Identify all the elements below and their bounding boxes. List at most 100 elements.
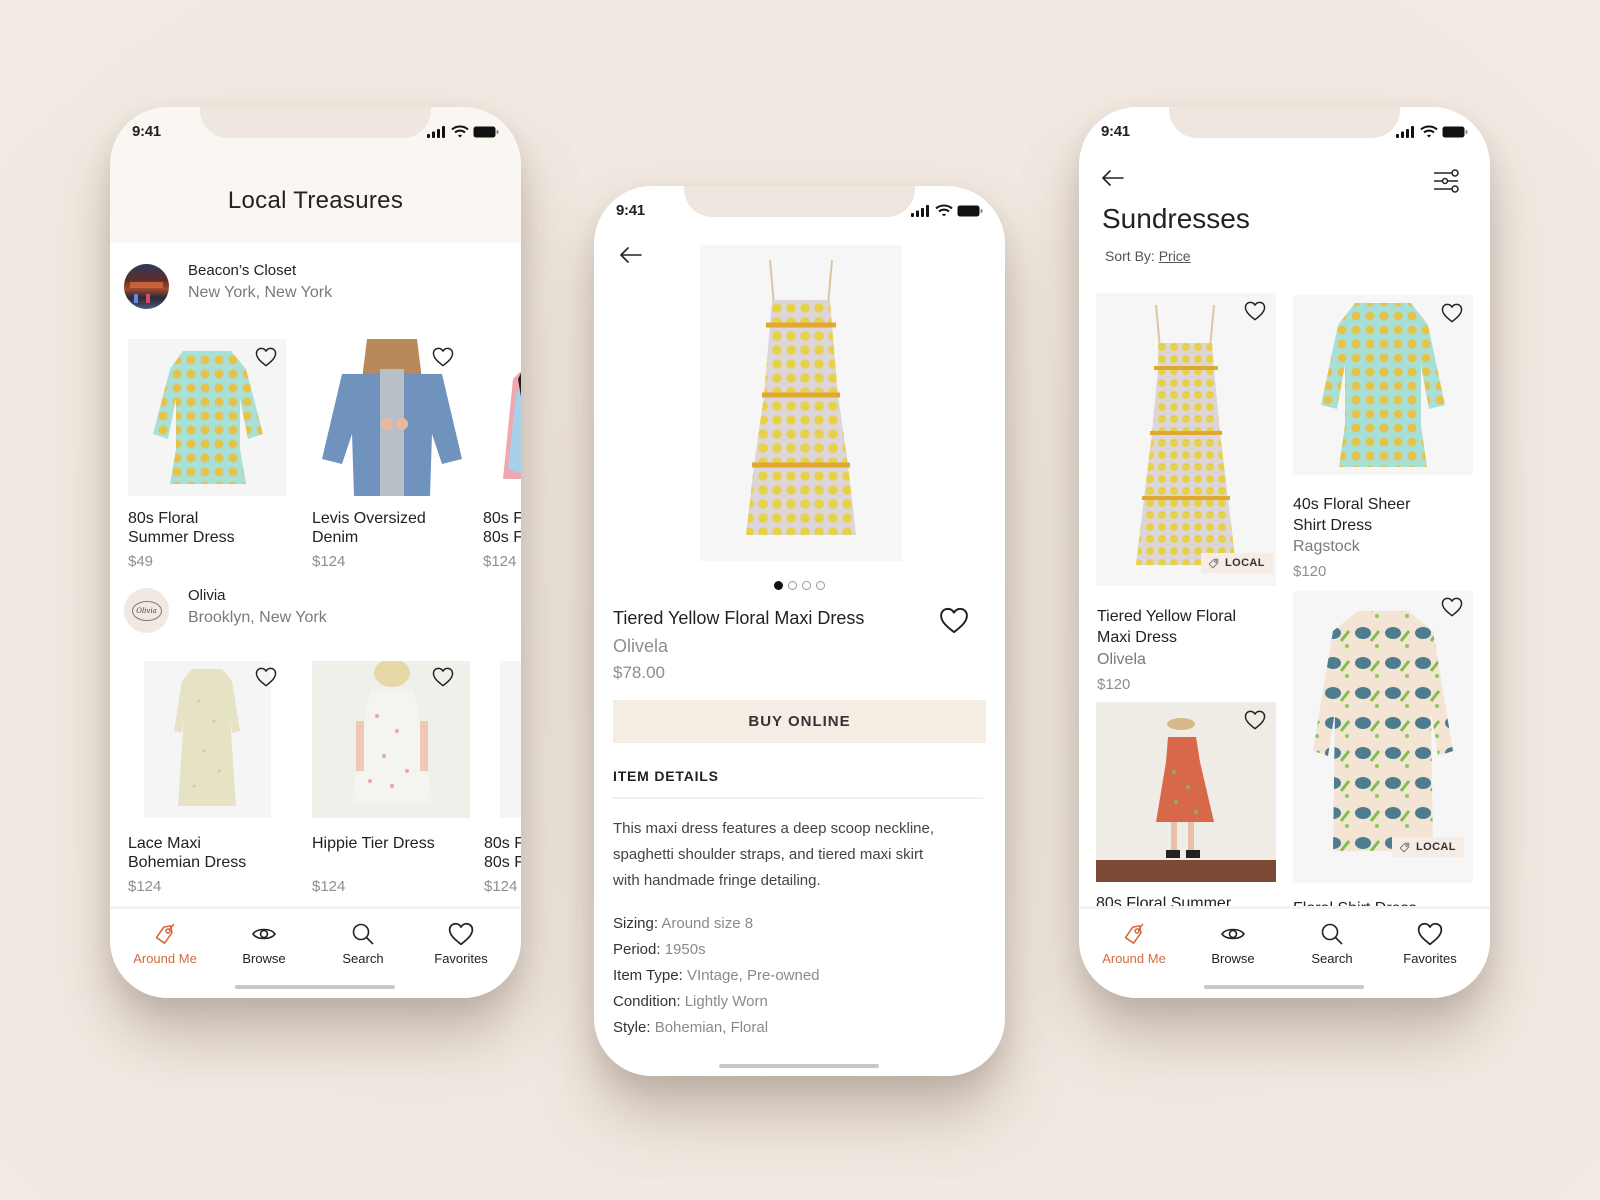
- product-description: This maxi dress features a deep scoop ne…: [613, 820, 934, 889]
- tab-favorites[interactable]: Favorites: [1385, 921, 1475, 966]
- favorite-heart-icon[interactable]: [1441, 303, 1463, 323]
- search-icon: [350, 921, 376, 947]
- attribute-row: Period: 1950s: [613, 941, 706, 958]
- sort-value-link[interactable]: Price: [1159, 248, 1191, 264]
- heart-icon: [1417, 921, 1443, 947]
- store-avatar: Olivia: [124, 588, 169, 633]
- carousel-dot[interactable]: [816, 581, 825, 590]
- page-title: Sundresses: [1102, 203, 1250, 234]
- product-title: Levis Oversized Denim: [312, 510, 426, 546]
- product-image[interactable]: [700, 245, 902, 561]
- attribute-row: Sizing: Around size 8: [613, 915, 754, 932]
- eye-icon: [1220, 921, 1246, 947]
- battery-icon: [1442, 126, 1468, 138]
- tab-search[interactable]: Search: [1287, 921, 1377, 966]
- product-attributes: Sizing: Around size 8 Period: 1950s Item…: [613, 911, 820, 1041]
- tab-bar: Around Me Browse Search Favorites: [1079, 906, 1490, 998]
- product-price: $78.00: [613, 663, 665, 682]
- product-title: Tiered Yellow Floral Maxi Dress: [613, 608, 865, 628]
- product-card[interactable]: LOCAL Floral Shirt Dress: [1293, 591, 1473, 917]
- tab-browse[interactable]: Browse: [219, 921, 309, 966]
- product-seller: Olivela: [1097, 651, 1146, 668]
- product-seller: Ragstock: [1293, 538, 1360, 555]
- store-location: Brooklyn, New York: [188, 609, 327, 626]
- buy-online-button[interactable]: BUY ONLINE: [613, 700, 986, 743]
- item-details-heading: ITEM DETAILS: [613, 768, 719, 784]
- notch: [1169, 107, 1400, 138]
- page-title: Local Treasures: [227, 187, 404, 214]
- battery-icon: [473, 126, 499, 138]
- heart-icon: [448, 921, 474, 947]
- filter-icon[interactable]: [1432, 168, 1460, 196]
- favorite-heart-icon[interactable]: [939, 607, 969, 634]
- tab-around-me[interactable]: Around Me: [120, 921, 210, 966]
- battery-icon: [957, 205, 983, 217]
- carousel-dot[interactable]: [802, 581, 811, 590]
- status-time: 9:41: [1101, 123, 1130, 140]
- store-header[interactable]: Beacon’s Closet New York, New York: [124, 260, 504, 310]
- favorite-heart-icon[interactable]: [1441, 597, 1463, 617]
- product-card[interactable]: Hippie Tier Dress $124: [312, 661, 472, 896]
- product-price: $49: [128, 553, 154, 570]
- product-image: [483, 339, 521, 496]
- home-indicator: [719, 1064, 879, 1068]
- favorite-heart-icon[interactable]: [432, 667, 454, 687]
- notch: [684, 186, 915, 217]
- sort-by-control[interactable]: Sort By: Price: [1105, 248, 1191, 264]
- status-time: 9:41: [132, 123, 161, 140]
- tab-browse[interactable]: Browse: [1188, 921, 1278, 966]
- wifi-icon: [935, 204, 953, 217]
- product-title: 40s Floral Sheer Shirt Dress: [1293, 496, 1411, 534]
- tag-icon: [1207, 556, 1221, 570]
- product-price: $124: [484, 878, 518, 895]
- store-logo-text: Olivia: [131, 600, 162, 621]
- product-card-partial[interactable]: 80s F 80s F $124: [483, 339, 521, 570]
- maxi-dress-image: [746, 259, 856, 535]
- product-image: [144, 661, 271, 818]
- wifi-icon: [1420, 125, 1438, 138]
- tab-bar: Around Me Browse Search Favorites: [110, 906, 521, 998]
- favorite-heart-icon[interactable]: [255, 667, 277, 687]
- back-arrow-icon[interactable]: [619, 247, 643, 263]
- carousel-dot[interactable]: [788, 581, 797, 590]
- image-carousel-dots[interactable]: [594, 581, 1005, 590]
- search-icon: [1319, 921, 1345, 947]
- home-indicator: [235, 985, 395, 989]
- favorite-heart-icon[interactable]: [432, 347, 454, 367]
- tab-favorites[interactable]: Favorites: [416, 921, 506, 966]
- product-card[interactable]: 40s Floral Sheer Shirt Dress Ragstock $1…: [1293, 295, 1473, 585]
- product-title: Lace Maxi Bohemian Dress: [128, 835, 247, 871]
- phone-category-sundresses: 9:41 Sundresses Sort By: Price LOCAL Tie…: [1079, 107, 1490, 998]
- product-card[interactable]: Lace Maxi Bohemian Dress $124: [128, 661, 288, 896]
- product-price: $120: [1097, 676, 1131, 693]
- details-divider: [613, 797, 983, 799]
- attribute-row: Item Type: VIntage, Pre-owned: [613, 967, 820, 984]
- product-card[interactable]: Levis Oversized Denim $124: [312, 339, 472, 570]
- favorite-heart-icon[interactable]: [1244, 710, 1266, 730]
- product-title: 80s Floral Summer Dress: [128, 510, 235, 546]
- product-card-partial[interactable]: 80s F 80s F $124: [484, 661, 521, 896]
- wifi-icon: [451, 125, 469, 138]
- tag-icon: [1121, 921, 1147, 947]
- home-indicator: [1204, 985, 1364, 989]
- product-seller[interactable]: Olivela: [613, 636, 668, 657]
- tab-search[interactable]: Search: [318, 921, 408, 966]
- tab-around-me[interactable]: Around Me: [1089, 921, 1179, 966]
- attribute-row: Style: Bohemian, Floral: [613, 1019, 769, 1036]
- carousel-dot-active[interactable]: [774, 581, 783, 590]
- product-price: $120: [1293, 563, 1327, 580]
- product-card[interactable]: 80s Floral Summer Dress $49: [128, 339, 286, 570]
- notch: [200, 107, 431, 138]
- store-location: New York, New York: [188, 284, 333, 301]
- store-header[interactable]: Olivia Olivia Brooklyn, New York: [124, 585, 504, 635]
- favorite-heart-icon[interactable]: [1244, 301, 1266, 321]
- tag-icon: [1398, 840, 1412, 854]
- product-card[interactable]: LOCAL Tiered Yellow Floral Maxi Dress Ol…: [1096, 293, 1276, 693]
- product-title: 80s F 80s F: [484, 835, 521, 871]
- signal-icon: [427, 126, 447, 138]
- favorite-heart-icon[interactable]: [255, 347, 277, 367]
- back-arrow-icon[interactable]: [1101, 170, 1125, 186]
- maxi-dress-image: [1136, 304, 1236, 565]
- product-card[interactable]: 80s Floral Summer: [1096, 702, 1276, 912]
- lace-dress-image: [174, 669, 240, 806]
